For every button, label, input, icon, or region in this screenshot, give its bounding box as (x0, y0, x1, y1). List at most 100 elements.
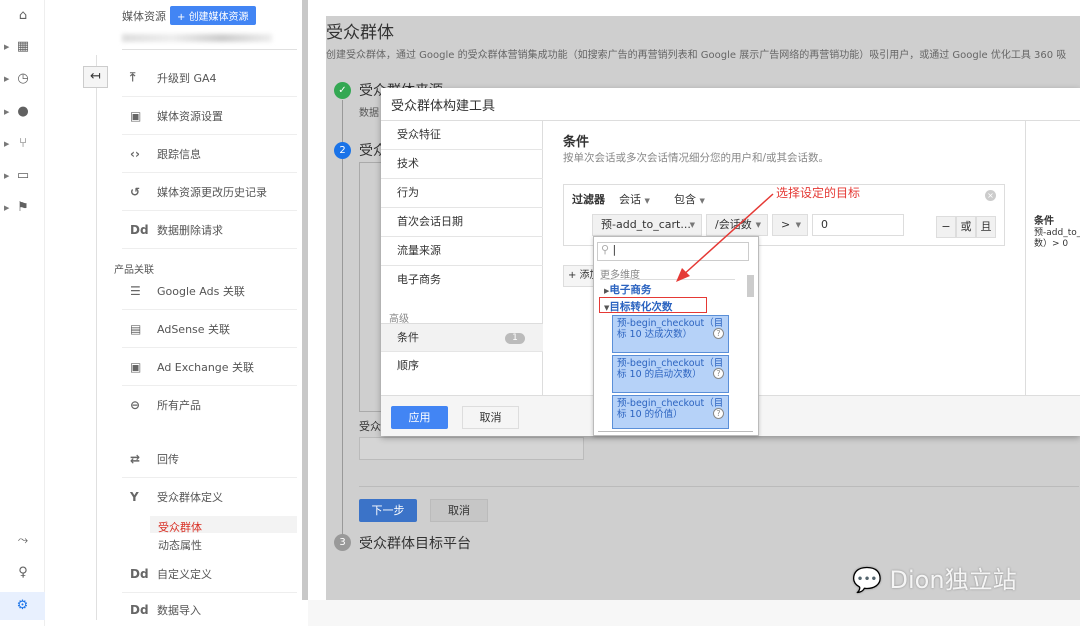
nav-behavior[interactable]: 行为 (381, 179, 543, 208)
flag-icon[interactable]: ⚑ (14, 199, 32, 217)
expand-caret-icon[interactable]: ▶ (4, 140, 9, 148)
code-icon: ‹› (122, 147, 157, 161)
cancel-dialog-button[interactable]: 取消 (462, 406, 519, 429)
scrollbar[interactable] (302, 0, 308, 600)
or-button[interactable]: 或 (956, 216, 976, 238)
wechat-icon: 💬 (852, 566, 882, 594)
nav-data-import[interactable]: Dd数据导入 (122, 591, 297, 629)
nav-demographics[interactable]: 受众特征 (381, 121, 543, 150)
option-goal-completions[interactable]: 预-begin_checkout（目标 10 达成次数）? (612, 315, 729, 353)
step2-number: 2 (334, 142, 351, 159)
nav-upgrade-ga4[interactable]: ⤒升级到 GA4 (122, 59, 297, 97)
remove-filter-icon[interactable]: × (985, 190, 996, 201)
option-label: 预-begin_checkout（目标 10 达成次数） (617, 318, 723, 340)
step-line (342, 100, 343, 540)
connect-icon[interactable]: ⤳ (14, 532, 32, 550)
nav-audiences[interactable]: 受众群体 (158, 519, 202, 535)
nav-first-session[interactable]: 首次会话日期 (381, 208, 543, 237)
filter-label: 过滤器 (572, 191, 605, 207)
page-description: 创建受众群体，通过 Google 的受众群体营销集成功能（如搜索广告的再营销列表… (326, 46, 1066, 61)
home-icon[interactable]: ⌂ (14, 7, 32, 25)
apply-button[interactable]: 应用 (391, 406, 448, 429)
nav-all-products[interactable]: ⊖所有产品 (122, 386, 297, 424)
dd-icon: Dd (122, 603, 157, 617)
nav-tracking-info[interactable]: ‹›跟踪信息 (122, 135, 297, 173)
annotation-arrow (660, 190, 780, 290)
expand-caret-icon[interactable]: ▶ (4, 204, 9, 212)
property-column: 媒体资源 + 创建媒体资源 ⤒升级到 GA4 ▣媒体资源设置 ‹›跟踪信息 ↺媒… (100, 0, 300, 626)
link-icon: ⊖ (122, 398, 157, 412)
layout-icon: ▣ (122, 109, 157, 123)
nav-label: 跟踪信息 (157, 146, 201, 162)
expand-caret-icon[interactable]: ▶ (4, 172, 9, 180)
bottom-bar (308, 600, 1080, 626)
cancel-button[interactable]: 取消 (430, 499, 488, 522)
nav-ecommerce[interactable]: 电子商务 (381, 266, 543, 295)
step-complete-icon: ✓ (334, 82, 351, 99)
lightbulb-icon[interactable]: ♀ (14, 564, 32, 582)
option-goal-value[interactable]: 预-begin_checkout（目标 10 的价值）? (612, 395, 729, 429)
help-icon[interactable]: ? (713, 368, 724, 379)
nav-ad-exchange[interactable]: ▣Ad Exchange 关联 (122, 348, 297, 386)
nav-audience-definitions[interactable]: Y受众群体定义 (122, 478, 297, 516)
nav-custom-definitions[interactable]: Dd自定义定义 (122, 555, 297, 593)
and-button[interactable]: 且 (976, 216, 996, 238)
help-icon[interactable]: ? (713, 328, 724, 339)
scope-select[interactable]: 会话 ▼ (619, 191, 650, 207)
nav-google-ads[interactable]: ☰Google Ads 关联 (122, 272, 297, 310)
dashboard-icon[interactable]: ▦ (14, 38, 32, 56)
nav-data-deletion[interactable]: Dd数据删除请求 (122, 211, 297, 249)
audience-name-input[interactable] (359, 437, 584, 460)
category-ecommerce[interactable]: ▶电子商务 (604, 282, 651, 297)
option-label: 预-begin_checkout（目标 10 的启动次数） (617, 358, 723, 380)
nav-label: 条件 (397, 331, 419, 344)
gear-icon[interactable]: ⚙ (0, 592, 45, 620)
value-input[interactable]: 0 (812, 214, 904, 236)
create-property-button[interactable]: + 创建媒体资源 (170, 6, 256, 25)
property-selector[interactable] (122, 34, 272, 42)
nav-postback[interactable]: ⇄回传 (122, 440, 297, 478)
operator-value: > (781, 218, 790, 231)
nav-label: 媒体资源设置 (157, 108, 223, 124)
summary-panel: 条件 预-add_to_ 数）> 0 (1025, 120, 1080, 395)
nav-technology[interactable]: 技术 (381, 150, 543, 179)
step3-title: 受众群体目标平台 (359, 533, 471, 553)
help-icon[interactable]: ? (713, 408, 724, 419)
nav-label: 数据导入 (157, 602, 201, 618)
nav-conditions[interactable]: 条件1 (381, 323, 543, 352)
clock-icon[interactable]: ◷ (14, 70, 32, 88)
category-goal-completions[interactable]: ▼目标转化次数 (604, 299, 672, 314)
nav-change-history[interactable]: ↺媒体资源更改历史记录 (122, 173, 297, 211)
option-label: 预-begin_checkout（目标 10 的价值） (617, 398, 723, 420)
acquisition-icon[interactable]: ⑂ (14, 135, 32, 153)
expand-caret-icon[interactable]: ▶ (4, 75, 9, 83)
nav-property-settings[interactable]: ▣媒体资源设置 (122, 97, 297, 135)
nav-label: Ad Exchange 关联 (157, 359, 254, 375)
nav-label: AdSense 关联 (157, 321, 230, 337)
remove-condition-button[interactable]: − (936, 216, 956, 238)
nav-label: 受众群体定义 (157, 489, 223, 505)
expand-caret-icon[interactable]: ▶ (4, 43, 9, 51)
person-icon[interactable]: ● (14, 103, 32, 121)
nav-dynamic-attributes[interactable]: 动态属性 (158, 537, 202, 553)
nav-label: 所有产品 (157, 397, 201, 413)
nav-label: 升级到 GA4 (157, 70, 217, 86)
dialog-title: 受众群体构建工具 (391, 95, 495, 114)
adsense-icon: ▤ (122, 322, 157, 336)
scope-value: 会话 (619, 193, 641, 206)
expand-caret-icon[interactable]: ▶ (4, 108, 9, 116)
nav-label: 回传 (157, 451, 179, 467)
nav-label: 数据删除请求 (157, 222, 223, 238)
page-title: 受众群体 (326, 18, 394, 43)
nav-adsense[interactable]: ▤AdSense 关联 (122, 310, 297, 348)
nav-sequences[interactable]: 顺序 (381, 352, 543, 381)
nav-label: Google Ads 关联 (157, 283, 245, 299)
audience-name-label: 受众 (359, 418, 381, 434)
display-icon[interactable]: ▭ (14, 167, 32, 185)
nav-traffic-sources[interactable]: 流量来源 (381, 237, 543, 266)
property-header: 媒体资源 (122, 8, 166, 24)
option-goal-starts[interactable]: 预-begin_checkout（目标 10 的启动次数）? (612, 355, 729, 393)
history-icon: ↺ (122, 185, 157, 199)
next-button[interactable]: 下一步 (359, 499, 417, 522)
layout-icon: ▣ (122, 360, 157, 374)
